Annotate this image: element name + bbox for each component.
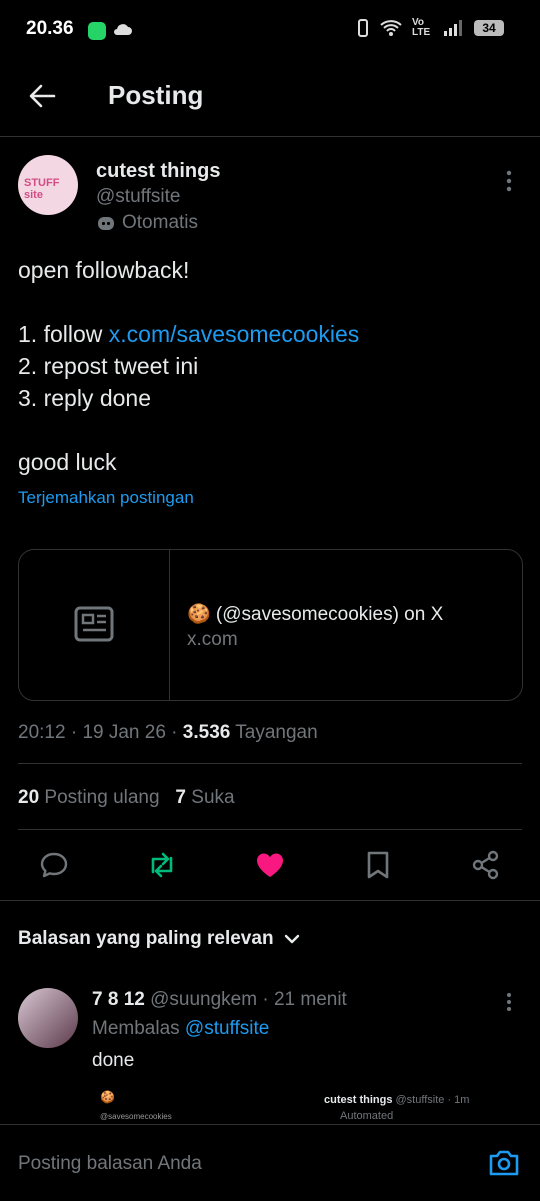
whatsapp-icon	[88, 22, 106, 40]
repost-count: 20	[18, 787, 40, 808]
embed-author-name: cutest things	[324, 1094, 393, 1106]
share-icon[interactable]	[471, 850, 501, 880]
reply-icon[interactable]	[39, 850, 69, 880]
bot-icon	[98, 217, 114, 230]
replying-prefix: Membalas	[92, 1018, 185, 1039]
reply-text: done	[92, 1050, 135, 1071]
signal-icon	[444, 20, 462, 36]
cookie-emoji: 🍪	[100, 1090, 115, 1104]
post-meta: 20:12 · 19 Jan 26 · 3.536 Tayangan	[18, 722, 318, 743]
reply-input[interactable]: Posting balasan Anda	[18, 1153, 202, 1175]
bookmark-icon[interactable]	[363, 850, 393, 880]
vibrate-icon	[358, 19, 368, 37]
post-step-2: 2. repost tweet ini	[18, 353, 199, 379]
status-indicators: Vo LTE 34	[356, 18, 504, 38]
reply-time: · 21 menit	[262, 989, 347, 1010]
reposts-label: Posting ulang	[44, 787, 160, 808]
back-arrow-icon[interactable]	[28, 82, 56, 110]
reply-sort-dropdown[interactable]: Balasan yang paling relevan	[18, 928, 300, 950]
author-handle[interactable]: @stuffsite	[96, 186, 180, 208]
avatar-logo-text: STUFF site	[24, 177, 60, 201]
divider	[18, 829, 522, 830]
network-type: Vo LTE	[412, 17, 431, 38]
automated-label: Otomatis	[122, 212, 199, 233]
reply-avatar[interactable]	[18, 988, 78, 1048]
page-title: Posting	[108, 80, 204, 110]
more-options-icon[interactable]	[506, 170, 512, 192]
battery-icon: 34	[474, 20, 504, 36]
reply-image-caption: @savesomecookies	[100, 1112, 172, 1121]
chevron-down-icon	[284, 934, 299, 944]
camera-icon[interactable]	[488, 1148, 520, 1178]
post-step-1-prefix: 1. follow	[18, 321, 109, 347]
header-divider	[0, 136, 540, 137]
link-preview-card[interactable]: 🍪 (@savesomecookies) on X x.com	[18, 549, 523, 701]
post-text: open followback! 1. follow x.com/savesom…	[18, 254, 359, 478]
replying-to: Membalas @stuffsite	[92, 1018, 269, 1040]
author-name[interactable]: cutest things	[96, 160, 220, 183]
divider	[18, 763, 522, 764]
author-avatar[interactable]: STUFF site	[18, 155, 78, 215]
reposts-stat[interactable]: 20 Posting ulang	[18, 787, 160, 808]
article-icon	[74, 606, 114, 642]
like-heart-icon[interactable]	[255, 850, 285, 880]
translate-post-link[interactable]: Terjemahkan postingan	[18, 488, 194, 508]
more-options-icon[interactable]	[506, 992, 512, 1012]
divider	[0, 900, 540, 901]
card-domain: x.com	[187, 629, 238, 650]
likes-label: Suka	[191, 787, 235, 808]
embed-author-handle: @stuffsite · 1m	[395, 1094, 470, 1106]
post-closing: good luck	[18, 449, 117, 475]
post-step-3: 3. reply done	[18, 385, 151, 411]
card-title: 🍪 (@savesomecookies) on X	[187, 604, 444, 625]
card-thumbnail	[19, 550, 170, 700]
reply-author-name[interactable]: 7 8 12	[92, 989, 145, 1010]
post-line-intro: open followback!	[18, 257, 190, 283]
embed-automated-label: Automated	[340, 1110, 394, 1122]
likes-stat[interactable]: 7 Suka	[175, 787, 234, 808]
status-time: 20.36	[26, 18, 74, 39]
engagement-stats: 20 Posting ulang 7 Suka	[18, 787, 235, 809]
automated-badge: Otomatis	[96, 212, 198, 234]
replying-to-handle[interactable]: @stuffsite	[185, 1018, 269, 1039]
post-link[interactable]: x.com/savesomecookies	[109, 321, 360, 347]
reply-sort-label: Balasan yang paling relevan	[18, 928, 274, 949]
post-date: 19 Jan 26	[82, 722, 166, 743]
embed-author: cutest things @stuffsite · 1m	[324, 1094, 469, 1106]
post-time: 20:12	[18, 722, 66, 743]
views-label: Tayangan	[235, 722, 318, 743]
reply-header: 7 8 12 @suungkem · 21 menit	[92, 989, 347, 1011]
view-count: 3.536	[182, 722, 231, 743]
wifi-icon	[380, 20, 402, 36]
cloud-icon	[114, 24, 132, 35]
repost-icon[interactable]	[147, 850, 177, 880]
reply-author-handle[interactable]: @suungkem	[150, 989, 257, 1010]
like-count: 7	[175, 787, 186, 808]
